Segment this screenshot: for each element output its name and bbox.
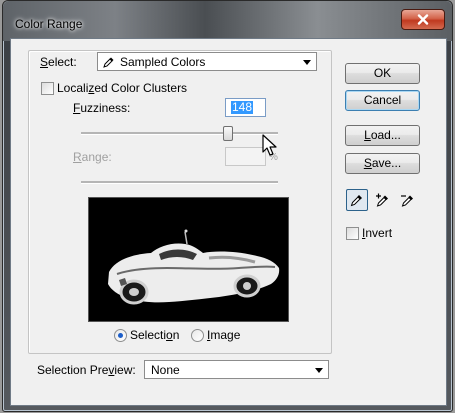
range-input[interactable] [225, 147, 266, 166]
invert-label[interactable]: Invert [362, 226, 392, 240]
localized-clusters-label[interactable]: Localized Color Clusters [57, 81, 187, 95]
selection-radio[interactable] [114, 329, 127, 342]
selection-preview-label: Selection Preview: [37, 363, 136, 377]
localized-clusters-checkbox[interactable] [41, 82, 54, 95]
load-button[interactable]: Load... [345, 125, 420, 146]
eyedropper-icon [350, 195, 362, 207]
ok-button[interactable]: OK [345, 63, 420, 84]
select-label: Select: [40, 55, 77, 69]
save-button[interactable]: Save... [345, 153, 420, 174]
subtract-from-sample-button[interactable] [397, 189, 419, 211]
eyedropper-minus-icon [401, 195, 413, 207]
selection-preview-image [88, 197, 289, 322]
title-bar[interactable]: Color Range [3, 1, 452, 41]
fuzziness-slider-track[interactable] [81, 132, 278, 135]
eyedropper-plus-icon [376, 193, 388, 207]
add-to-sample-button[interactable] [372, 189, 394, 211]
fuzziness-slider-thumb[interactable] [223, 126, 233, 141]
close-icon [417, 14, 429, 25]
invert-checkbox[interactable] [346, 227, 359, 240]
select-dropdown[interactable]: Sampled Colors [97, 52, 317, 71]
fuzziness-value: 148 [231, 100, 254, 114]
fuzziness-label: Fuzziness: [73, 101, 131, 115]
select-value: Sampled Colors [120, 55, 206, 69]
image-radio[interactable] [191, 329, 204, 342]
cancel-button[interactable]: Cancel [345, 90, 420, 111]
selection-preview-value: None [151, 363, 180, 377]
fuzziness-input[interactable]: 148 [225, 98, 266, 117]
selection-radio-label[interactable]: Selection [130, 328, 179, 342]
window-title: Color Range [15, 17, 83, 31]
chevron-down-icon [315, 368, 323, 373]
range-slider-track[interactable] [81, 181, 278, 184]
car-mask-image [89, 198, 288, 321]
dialog-body: Select: Sampled Colors Localized Color C… [10, 38, 447, 406]
range-label: Range: [73, 150, 112, 164]
image-radio-label[interactable]: Image [207, 328, 240, 342]
dialog-window: Color Range Select: Sampled Colors Local… [2, 0, 453, 412]
selection-preview-dropdown[interactable]: None [144, 360, 329, 379]
mouse-cursor-icon [262, 134, 277, 156]
chevron-down-icon [303, 60, 311, 65]
close-button[interactable] [401, 9, 445, 30]
eyedropper-icon [103, 57, 114, 68]
radio-dot [118, 333, 123, 338]
eyedropper-tool-button[interactable] [346, 189, 368, 211]
